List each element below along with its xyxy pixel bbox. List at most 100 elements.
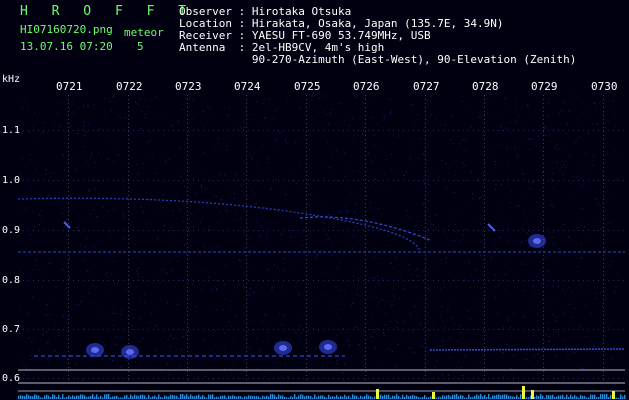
noise-speck	[86, 131, 88, 133]
minute-grid-dot	[484, 99, 485, 100]
noise-speck	[487, 98, 489, 100]
noise-speck	[529, 211, 531, 213]
noise-speck	[113, 261, 115, 263]
noise-speck	[142, 211, 144, 213]
noise-speck	[195, 193, 197, 195]
minute-grid-dot	[187, 363, 188, 364]
noise-speck	[349, 344, 351, 346]
noise-speck	[222, 309, 224, 310]
freq-grid-dot	[528, 280, 529, 281]
noise-speck	[600, 228, 602, 230]
noise-speck	[571, 291, 573, 293]
noise-speck	[262, 144, 264, 146]
noise-speck	[48, 263, 50, 264]
minute-grid-dot	[68, 283, 69, 284]
noise-speck	[129, 237, 130, 239]
minute-grid-dot	[425, 243, 426, 244]
freq-grid-dot	[163, 329, 164, 330]
freq-grid-dot	[548, 130, 549, 131]
noise-speck	[510, 368, 512, 369]
noise-speck	[168, 373, 170, 375]
freq-grid-dot	[553, 180, 554, 181]
minute-grid-dot	[246, 323, 247, 324]
noise-speck	[550, 279, 552, 281]
minute-grid-dot	[543, 115, 544, 116]
histogram-bar	[192, 396, 194, 399]
noise-speck	[18, 357, 19, 359]
noise-speck	[314, 357, 316, 359]
freq-grid-dot	[23, 180, 24, 181]
noise-speck	[500, 230, 501, 232]
noise-speck	[111, 273, 113, 275]
minute-grid-dot	[306, 215, 307, 216]
noise-speck	[352, 302, 354, 304]
minute-grid-dot	[187, 227, 188, 228]
minute-grid-dot	[603, 163, 604, 164]
noise-speck	[557, 334, 559, 336]
freq-grid-dot	[568, 378, 569, 379]
freq-grid-dot	[433, 130, 434, 131]
histogram-bar	[300, 394, 302, 399]
noise-speck	[344, 363, 346, 365]
noise-speck	[59, 126, 61, 128]
minute-grid-dot	[187, 127, 188, 128]
noise-speck	[416, 225, 418, 227]
noise-speck	[377, 276, 378, 277]
histogram-bar	[502, 394, 504, 399]
minute-grid-dot	[543, 103, 544, 104]
histogram-bar	[76, 395, 78, 399]
noise-speck	[166, 363, 168, 365]
freq-grid-dot	[98, 180, 99, 181]
noise-speck	[133, 317, 135, 319]
noise-speck	[20, 174, 21, 176]
noise-speck	[401, 260, 403, 261]
freq-grid-dot	[623, 280, 624, 281]
noise-speck	[244, 371, 246, 373]
noise-speck	[77, 132, 79, 134]
noise-speck	[148, 352, 150, 354]
freq-grid-dot	[298, 180, 299, 181]
noise-speck	[254, 193, 256, 195]
minute-grid-dot	[68, 291, 69, 292]
freq-grid-dot	[208, 280, 209, 281]
freq-grid-dot	[288, 378, 289, 379]
minute-grid-dot	[365, 367, 366, 368]
minute-grid-dot	[365, 303, 366, 304]
minute-grid-dot	[246, 215, 247, 216]
histogram-bar	[284, 397, 286, 399]
noise-speck	[167, 339, 169, 341]
x-tick-label: 0721	[56, 80, 83, 93]
noise-speck	[117, 199, 119, 201]
histogram-bar	[166, 396, 168, 399]
noise-speck	[390, 154, 392, 155]
histogram-bar	[582, 396, 584, 399]
noise-speck	[433, 269, 435, 271]
noise-speck	[542, 132, 544, 134]
minute-grid-dot	[306, 351, 307, 352]
histogram-bar	[570, 394, 572, 399]
noise-speck	[274, 110, 276, 112]
minute-grid-dot	[306, 271, 307, 272]
noise-speck	[500, 127, 502, 129]
freq-grid-dot	[153, 180, 154, 181]
histogram-bar	[504, 394, 506, 399]
histogram-bar	[140, 394, 142, 399]
noise-speck	[274, 149, 276, 151]
freq-grid-dot	[78, 280, 79, 281]
minute-grid-dot	[68, 127, 69, 128]
minute-grid-dot	[306, 123, 307, 124]
freq-grid-dot	[123, 130, 124, 131]
noise-speck	[161, 269, 163, 271]
minute-grid-dot	[187, 111, 188, 112]
minute-grid-dot	[603, 167, 604, 168]
freq-grid-dot	[538, 180, 539, 181]
freq-grid-dot	[323, 378, 324, 379]
noise-speck	[352, 248, 354, 250]
minute-grid-dot	[246, 127, 247, 128]
noise-speck	[527, 304, 529, 306]
noise-speck	[405, 171, 407, 172]
freq-grid-dot	[423, 180, 424, 181]
noise-speck	[157, 236, 159, 238]
minute-grid-dot	[187, 147, 188, 148]
freq-grid-dot	[328, 280, 329, 281]
